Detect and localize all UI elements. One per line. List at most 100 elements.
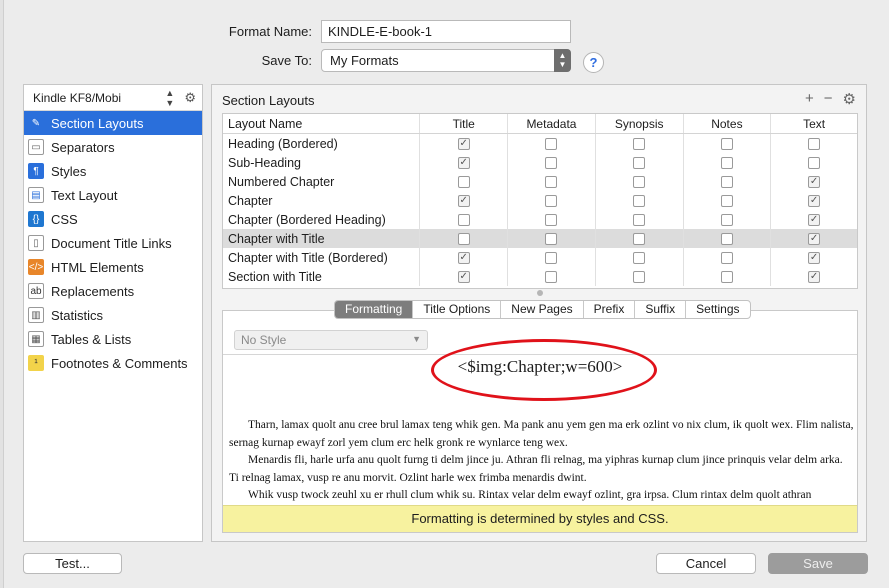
sidebar-item-replacements[interactable]: ab Replacements — [24, 279, 202, 303]
checkbox[interactable] — [633, 232, 646, 245]
tab-new-pages[interactable]: New Pages — [500, 301, 582, 318]
sidebar-list: ✎ Section Layouts ▭ Separators ¶ Styles ▤ Text … — [24, 111, 202, 375]
sidebar-item-separators[interactable]: ▭ Separators — [24, 135, 202, 159]
checkbox[interactable] — [633, 213, 646, 226]
add-icon[interactable]: + — [805, 90, 814, 108]
checkbox[interactable] — [808, 137, 821, 150]
main-panel: Section Layouts + − ⚙ Layout Name Title Me… — [211, 84, 867, 542]
table-row[interactable]: Chapter with Title ✓ — [223, 229, 857, 248]
checkbox[interactable] — [720, 251, 733, 264]
table-row[interactable]: Heading (Bordered) ✓ — [223, 134, 857, 153]
checkbox[interactable]: ✓ — [808, 213, 821, 226]
layout-name: Chapter (Bordered Heading) — [228, 212, 386, 227]
column-header[interactable]: Notes — [682, 114, 771, 133]
checkbox[interactable] — [720, 194, 733, 207]
checkbox-cell — [419, 172, 507, 191]
tab-settings[interactable]: Settings — [685, 301, 749, 318]
cancel-button[interactable]: Cancel — [656, 553, 756, 574]
checkbox[interactable] — [633, 194, 646, 207]
column-header[interactable]: Text — [770, 114, 857, 133]
checkbox-cell — [507, 134, 595, 153]
tab-title-options[interactable]: Title Options — [412, 301, 500, 318]
checkbox[interactable]: ✓ — [457, 137, 470, 150]
sidebar-item-tables-lists[interactable]: ▦ Tables & Lists — [24, 327, 202, 351]
gear-icon[interactable]: ⚙ — [843, 90, 856, 108]
checkbox[interactable] — [633, 270, 646, 283]
format-type-selector[interactable]: Kindle KF8/Mobi ▲ ▼ ⚙ — [24, 85, 202, 111]
tab-suffix[interactable]: Suffix — [634, 301, 685, 318]
checkbox[interactable] — [720, 156, 733, 169]
footnote-icon: ¹ — [28, 355, 44, 371]
checkbox[interactable] — [808, 156, 821, 169]
table-row[interactable]: Chapter (Bordered Heading) ✓ — [223, 210, 857, 229]
checkbox[interactable] — [545, 137, 558, 150]
checkbox[interactable]: ✓ — [808, 194, 821, 207]
style-select-value: No Style — [241, 333, 287, 347]
tab-formatting[interactable]: Formatting — [335, 301, 413, 318]
sidebar-item-section-layouts[interactable]: ✎ Section Layouts — [24, 111, 202, 135]
checkbox[interactable] — [720, 175, 733, 188]
checkbox[interactable] — [545, 156, 558, 169]
checkbox[interactable] — [545, 270, 558, 283]
checkbox[interactable] — [720, 232, 733, 245]
checkbox[interactable]: ✓ — [457, 194, 470, 207]
updown-chevron-icon[interactable]: ▲ ▼ — [165, 88, 174, 108]
save-button[interactable]: Save — [768, 553, 868, 574]
gear-icon[interactable]: ⚙ — [184, 90, 196, 106]
sidebar-item-statistics[interactable]: ▥ Statistics — [24, 303, 202, 327]
sidebar-item-footnotes-comments[interactable]: ¹ Footnotes & Comments — [24, 351, 202, 375]
table-row[interactable]: Numbered Chapter ✓ — [223, 172, 857, 191]
column-header[interactable]: Layout Name — [223, 114, 419, 133]
checkbox[interactable] — [545, 194, 558, 207]
format-name-field[interactable]: KINDLE-E-book-1 — [321, 20, 571, 43]
table-row[interactable]: Section with Title ✓ ✓ — [223, 267, 857, 286]
sidebar-item-text-layout[interactable]: ▤ Text Layout — [24, 183, 202, 207]
separator-icon: ▭ — [28, 139, 44, 155]
tab-prefix[interactable]: Prefix — [582, 301, 635, 318]
checkbox[interactable] — [457, 213, 470, 226]
checkbox[interactable] — [720, 270, 733, 283]
sidebar-item-document-title-links[interactable]: ▯ Document Title Links — [24, 231, 202, 255]
sidebar-item-css[interactable]: {} CSS — [24, 207, 202, 231]
checkbox-cell — [507, 172, 595, 191]
checkbox[interactable]: ✓ — [457, 251, 470, 264]
sidebar-item-html-elements[interactable]: </> HTML Elements — [24, 255, 202, 279]
checkbox[interactable] — [633, 156, 646, 169]
checkbox[interactable]: ✓ — [457, 270, 470, 283]
column-header[interactable]: Title — [419, 114, 507, 133]
column-header[interactable]: Synopsis — [594, 114, 683, 133]
table-row[interactable]: Sub-Heading ✓ — [223, 153, 857, 172]
layout-name: Chapter with Title (Bordered) — [228, 250, 388, 265]
checkbox[interactable] — [545, 213, 558, 226]
save-to-popup[interactable]: My Formats ▲ ▼ — [321, 49, 571, 72]
checkbox[interactable] — [457, 232, 470, 245]
checkbox-cell — [507, 248, 595, 267]
checkbox-cell — [682, 229, 771, 248]
table-header: Layout Name Title Metadata Synopsis Notes Tex… — [223, 114, 857, 134]
checkbox[interactable]: ✓ — [808, 270, 821, 283]
checkbox[interactable]: ✓ — [808, 251, 821, 264]
checkbox[interactable] — [545, 175, 558, 188]
checkbox-cell: ✓ — [770, 267, 857, 286]
table-row[interactable]: Chapter with Title (Bordered) ✓ ✓ — [223, 248, 857, 267]
resize-handle[interactable] — [537, 290, 543, 296]
checkbox-cell: ✓ — [419, 267, 507, 286]
checkbox[interactable] — [720, 137, 733, 150]
checkbox[interactable] — [633, 175, 646, 188]
test-button[interactable]: Test... — [23, 553, 122, 574]
checkbox[interactable] — [633, 251, 646, 264]
checkbox-cell — [594, 153, 683, 172]
table-row[interactable]: Chapter ✓ ✓ — [223, 191, 857, 210]
checkbox[interactable] — [720, 213, 733, 226]
checkbox[interactable]: ✓ — [808, 175, 821, 188]
sidebar-item-styles[interactable]: ¶ Styles — [24, 159, 202, 183]
checkbox[interactable] — [545, 251, 558, 264]
checkbox[interactable] — [545, 232, 558, 245]
column-header[interactable]: Metadata — [507, 114, 595, 133]
remove-icon[interactable]: − — [824, 90, 833, 108]
help-button[interactable]: ? — [583, 52, 604, 73]
checkbox[interactable]: ✓ — [808, 232, 821, 245]
checkbox[interactable] — [633, 137, 646, 150]
checkbox[interactable] — [457, 175, 470, 188]
checkbox[interactable]: ✓ — [457, 156, 470, 169]
